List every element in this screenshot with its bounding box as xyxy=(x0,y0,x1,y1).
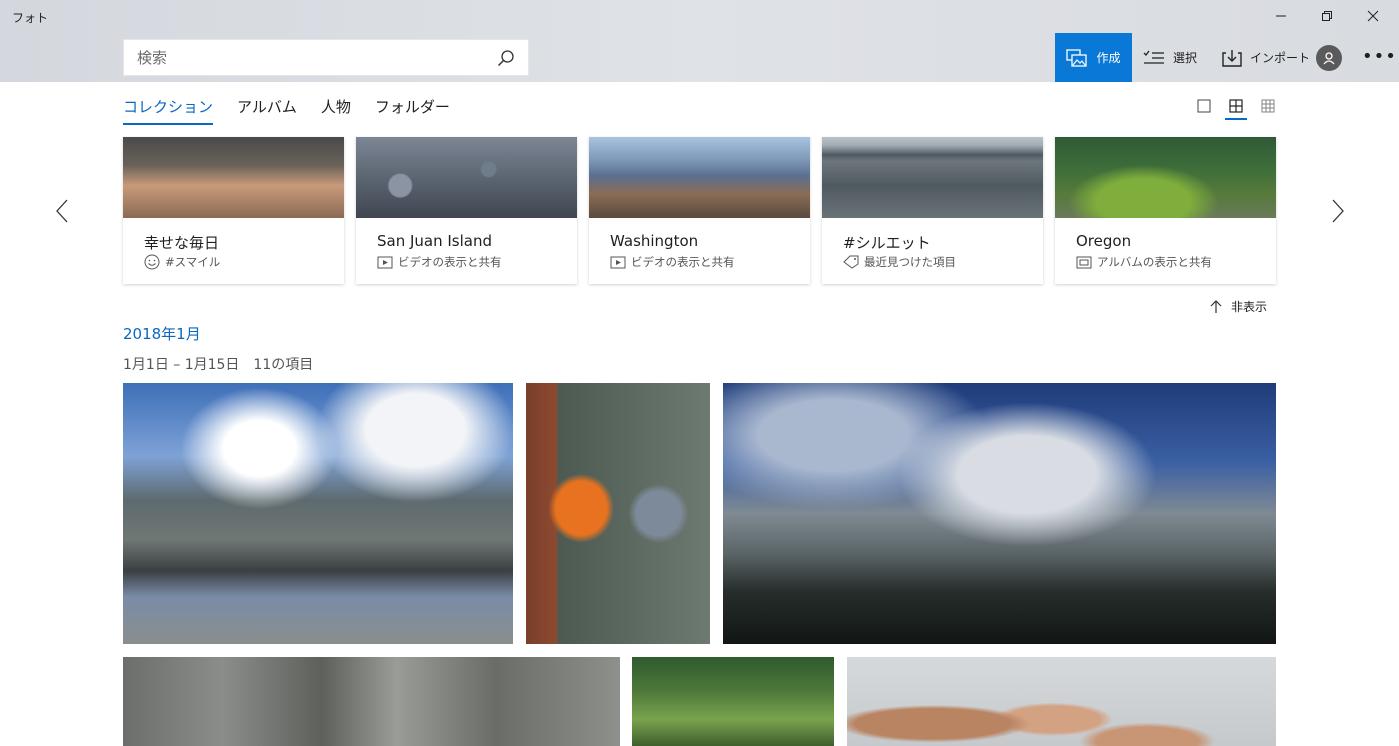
video-icon xyxy=(377,256,393,269)
collection-card[interactable]: 幸せな毎日 #スマイル xyxy=(123,137,344,284)
collection-card[interactable]: Oregon アルバムの表示と共有 xyxy=(1055,137,1276,284)
photo-thumbnail[interactable] xyxy=(123,383,513,644)
view-small-button[interactable] xyxy=(1258,96,1278,116)
chevron-right-icon xyxy=(1332,199,1344,223)
close-icon xyxy=(1367,10,1379,22)
photo-thumbnail[interactable] xyxy=(847,657,1276,746)
arrow-up-icon xyxy=(1210,299,1222,313)
card-title: 幸せな毎日 xyxy=(144,234,220,252)
card-title: San Juan Island xyxy=(377,232,493,250)
title-command-bar: フォト 作成 xyxy=(0,0,1399,82)
search-input[interactable] xyxy=(124,40,484,75)
card-thumbnail xyxy=(1055,137,1276,218)
tag-icon xyxy=(843,255,859,269)
create-button[interactable]: 作成 xyxy=(1055,33,1132,82)
minimize-icon xyxy=(1276,15,1286,17)
large-tiles-icon xyxy=(1197,99,1211,113)
hide-collections-button[interactable]: 非表示 xyxy=(1210,298,1267,315)
hide-label: 非表示 xyxy=(1231,300,1268,314)
import-label: インポート xyxy=(1250,51,1311,65)
chevron-left-icon xyxy=(56,199,68,223)
account-button[interactable] xyxy=(1316,45,1342,71)
photo-thumbnail[interactable] xyxy=(632,657,834,746)
small-tiles-icon xyxy=(1261,99,1275,113)
date-range: 1月1日 – 1月15日 11の項目 xyxy=(123,357,314,373)
more-button[interactable]: ••• xyxy=(1362,47,1397,67)
card-subtitle-row: ビデオの表示と共有 xyxy=(377,254,502,270)
card-thumbnail xyxy=(123,137,344,218)
photo-thumbnail[interactable] xyxy=(526,383,710,644)
collection-card[interactable]: San Juan Island ビデオの表示と共有 xyxy=(356,137,577,284)
card-subtitle-row: アルバムの表示と共有 xyxy=(1076,254,1212,270)
card-thumbnail xyxy=(822,137,1043,218)
import-button[interactable]: インポート xyxy=(1222,33,1310,82)
tab-people[interactable]: 人物 xyxy=(321,96,351,125)
card-thumbnail xyxy=(589,137,810,218)
carousel-prev-button[interactable] xyxy=(52,196,72,226)
create-icon xyxy=(1066,48,1088,67)
collection-card[interactable]: Washington ビデオの表示と共有 xyxy=(589,137,810,284)
search-box xyxy=(123,39,529,76)
card-subtitle: 最近見つけた項目 xyxy=(864,255,956,269)
month-heading[interactable]: 2018年1月 xyxy=(123,323,201,344)
card-subtitle: #スマイル xyxy=(165,255,221,269)
card-subtitle: アルバムの表示と共有 xyxy=(1097,255,1212,269)
carousel-next-button[interactable] xyxy=(1328,196,1348,226)
search-icon xyxy=(497,49,514,66)
import-icon xyxy=(1222,49,1242,67)
video-icon xyxy=(610,256,626,269)
card-subtitle: ビデオの表示と共有 xyxy=(398,255,502,269)
view-large-button[interactable] xyxy=(1194,96,1214,116)
smile-icon xyxy=(144,254,160,270)
medium-tiles-icon xyxy=(1229,99,1243,113)
photo-thumbnail[interactable] xyxy=(723,383,1276,644)
photo-thumbnail[interactable] xyxy=(123,657,620,746)
select-icon xyxy=(1143,50,1164,64)
restore-button[interactable] xyxy=(1304,0,1350,32)
app-title: フォト xyxy=(12,11,49,25)
card-title: #シルエット xyxy=(843,234,931,252)
user-icon xyxy=(1323,52,1335,65)
card-title: Oregon xyxy=(1076,232,1132,250)
album-icon xyxy=(1076,256,1092,269)
card-title: Washington xyxy=(610,232,699,250)
view-medium-button[interactable] xyxy=(1225,96,1247,120)
select-label: 選択 xyxy=(1173,51,1198,65)
create-label: 作成 xyxy=(1096,51,1121,65)
tab-albums[interactable]: アルバム xyxy=(237,96,297,125)
card-subtitle-row: ビデオの表示と共有 xyxy=(610,254,735,270)
tab-collection[interactable]: コレクション xyxy=(123,96,214,125)
close-button[interactable] xyxy=(1350,0,1396,32)
card-thumbnail xyxy=(356,137,577,218)
more-icon: ••• xyxy=(1362,46,1397,67)
minimize-button[interactable] xyxy=(1258,0,1304,32)
card-subtitle-row: #スマイル xyxy=(144,254,220,270)
search-button[interactable] xyxy=(484,40,528,75)
collection-tabs: コレクション アルバム 人物 フォルダー xyxy=(123,96,450,125)
tab-folders[interactable]: フォルダー xyxy=(375,96,450,125)
card-subtitle: ビデオの表示と共有 xyxy=(631,255,735,269)
restore-icon xyxy=(1322,11,1332,21)
collection-card[interactable]: #シルエット 最近見つけた項目 xyxy=(822,137,1043,284)
select-button[interactable]: 選択 xyxy=(1143,33,1197,82)
card-subtitle-row: 最近見つけた項目 xyxy=(843,254,956,270)
